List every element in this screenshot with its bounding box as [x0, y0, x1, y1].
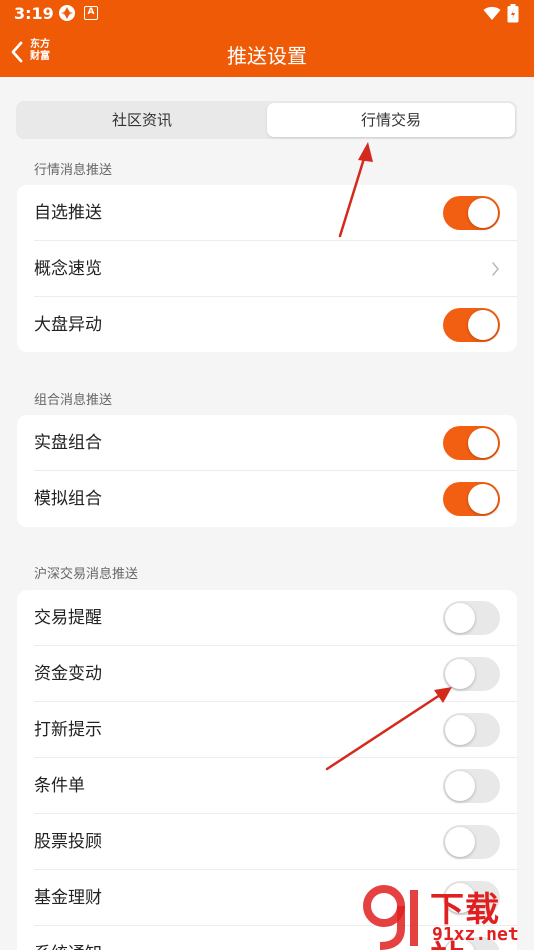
row-label: 自选推送: [34, 203, 102, 223]
toggle-knob: [468, 198, 498, 228]
row-label: 模拟组合: [34, 489, 102, 509]
tab-community-news[interactable]: 社区资讯: [18, 103, 266, 137]
market-movement-toggle[interactable]: [443, 308, 500, 342]
row-simulated-portfolio: 模拟组合: [17, 471, 517, 527]
toggle-knob: [468, 310, 498, 340]
row-label: 资金变动: [34, 664, 102, 684]
row-label: 基金理财: [34, 888, 102, 908]
conditional-order-toggle[interactable]: [443, 769, 500, 803]
page-title: 推送设置: [227, 44, 307, 68]
toggle-knob: [445, 603, 475, 633]
row-real-portfolio: 实盘组合: [17, 415, 517, 471]
row-label: 条件单: [34, 776, 85, 796]
toggle-knob: [445, 715, 475, 745]
tab-market-trading[interactable]: 行情交易: [267, 103, 515, 137]
real-portfolio-toggle[interactable]: [443, 426, 500, 460]
row-fund-change: 资金变动: [17, 646, 517, 702]
row-concept-overview[interactable]: 概念速览: [17, 241, 517, 297]
toggle-knob: [445, 771, 475, 801]
row-label: 大盘异动: [34, 315, 102, 335]
battery-icon: [507, 4, 519, 23]
row-market-movement: 大盘异动: [17, 297, 517, 352]
status-time: 3:19: [14, 4, 54, 23]
status-bar: 3:19 A: [0, 0, 534, 28]
chevron-right-icon: [492, 262, 500, 276]
row-label: 打新提示: [34, 720, 102, 740]
row-trade-reminder: 交易提醒: [17, 590, 517, 646]
toggle-knob: [445, 659, 475, 689]
row-watchlist-push: 自选推送: [17, 185, 517, 241]
row-label: 交易提醒: [34, 608, 102, 628]
row-ipo-reminder: 打新提示: [17, 702, 517, 758]
toggle-knob: [445, 827, 475, 857]
section-title-trading: 沪深交易消息推送: [34, 567, 139, 582]
row-label: 实盘组合: [34, 433, 102, 453]
toggle-knob: [468, 484, 498, 514]
a-icon: A: [84, 6, 98, 20]
trade-reminder-toggle[interactable]: [443, 601, 500, 635]
row-stock-advisory: 股票投顾: [17, 814, 517, 870]
simulated-portfolio-toggle[interactable]: [443, 482, 500, 516]
row-conditional-order: 条件单: [17, 758, 517, 814]
card-market: 自选推送 概念速览 大盘异动: [17, 185, 517, 352]
section-title-market: 行情消息推送: [34, 163, 113, 178]
row-label: 系统通知: [34, 926, 102, 950]
section-title-portfolio: 组合消息推送: [34, 393, 113, 408]
toggle-knob: [468, 428, 498, 458]
segment-control: 社区资讯 行情交易: [16, 101, 517, 139]
stock-advisory-toggle[interactable]: [443, 825, 500, 859]
card-portfolio: 实盘组合 模拟组合: [17, 415, 517, 527]
watchlist-push-toggle[interactable]: [443, 196, 500, 230]
watermark-text-url: 91xz.net: [432, 924, 519, 945]
row-label: 股票投顾: [34, 832, 102, 852]
app-icon: [59, 5, 75, 21]
fund-change-toggle[interactable]: [443, 657, 500, 691]
watermark-logo: [363, 885, 418, 950]
nav-bar: 东方财富 推送设置: [0, 28, 534, 77]
wifi-icon: [483, 6, 501, 20]
ipo-reminder-toggle[interactable]: [443, 713, 500, 747]
row-label: 概念速览: [34, 259, 102, 279]
watermark: 下载站 91xz.net: [362, 880, 534, 950]
